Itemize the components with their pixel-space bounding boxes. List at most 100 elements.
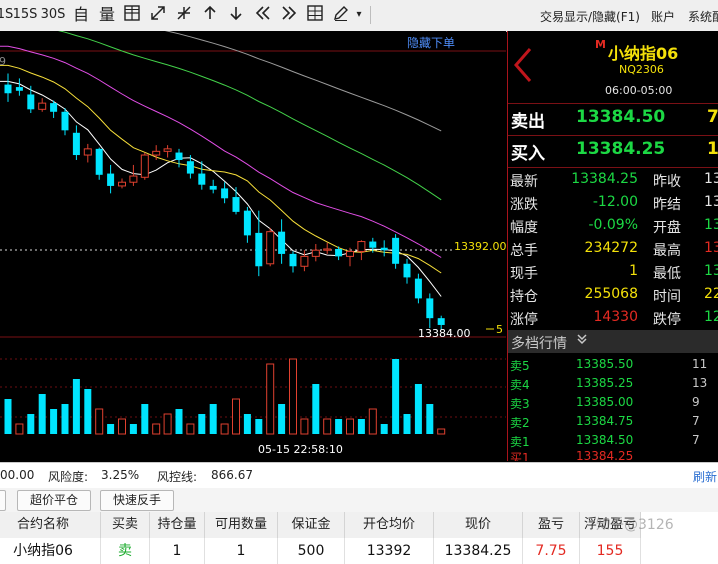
position-cell-name[interactable]: 小纳指06	[0, 538, 101, 564]
candle-body	[380, 247, 388, 251]
level-name: 卖1	[510, 435, 530, 449]
grid-icon[interactable]	[121, 4, 143, 26]
depth-title: 多档行情	[511, 336, 567, 352]
risk-value: 3.25%	[101, 468, 140, 482]
back-arrow-icon[interactable]	[510, 45, 538, 85]
column-header[interactable]: 盈亏	[523, 512, 580, 539]
candle	[403, 258, 411, 284]
ask-row[interactable]: 卖出 13384.50 7	[508, 105, 718, 132]
volume-bar	[312, 384, 320, 434]
double-right-icon[interactable]	[278, 4, 300, 26]
quote-stat-label: 最低	[653, 266, 681, 282]
depth-header[interactable]: 多档行情	[508, 330, 718, 353]
position-cell-open_avg[interactable]: 13392	[345, 538, 434, 564]
period-30s-label: 30S	[40, 7, 66, 22]
position-cell-qty[interactable]: 1	[150, 538, 205, 564]
arrow-down-icon[interactable]	[225, 4, 247, 26]
candle-body	[437, 318, 445, 325]
arrow-up-icon[interactable]	[199, 4, 221, 26]
candle-body	[300, 255, 309, 267]
double-left-icon[interactable]	[252, 4, 274, 26]
period-15s-button[interactable]: 15S	[12, 4, 38, 26]
pen-icon[interactable]	[330, 4, 352, 26]
quote-stat-label: 总手	[510, 243, 538, 259]
collapse-icon[interactable]	[173, 4, 195, 26]
ask-level-row[interactable]: 卖5 13385.50 11	[508, 355, 718, 374]
account-status-bar: 00.00 风险度: 3.25% 风控线: 866.67 刷新	[0, 462, 718, 489]
chevron-down-double-icon[interactable]	[576, 333, 588, 349]
volume-bar	[15, 423, 24, 435]
volume-bar	[186, 423, 195, 435]
top-toolbar: 1S 15S 30S 自 量 ▾ 交易显示/隐藏(F1) 账户 系统配	[0, 0, 718, 32]
bid-row[interactable]: 买入 13384.25 1	[508, 137, 718, 164]
position-cell-pnl[interactable]: 7.75	[523, 538, 580, 564]
quote-stat-value: 13384.25	[571, 171, 638, 187]
level-qty: 11	[692, 357, 708, 371]
close-position-button[interactable]: 超价平仓	[17, 490, 91, 511]
kline-chart[interactable]: 9 13392.00 13384.00 5 05-15 22:58:10 隐藏下…	[0, 31, 506, 461]
hide-order-link[interactable]: 隐藏下单	[407, 34, 455, 51]
candle-body	[61, 111, 69, 131]
volume-toggle-button[interactable]: 量	[96, 4, 118, 26]
system-config-link[interactable]: 系统配	[688, 8, 718, 25]
candle-body	[357, 241, 366, 252]
volume-bar	[4, 399, 12, 434]
candle	[27, 85, 35, 114]
partial-button[interactable]	[0, 490, 6, 511]
quote-stat-label: 跌停	[653, 312, 681, 328]
expand-icon[interactable]	[147, 4, 169, 26]
account-link[interactable]: 账户	[651, 8, 675, 25]
level-price: 13384.50	[576, 433, 634, 447]
quote-stat-value: 234272	[584, 240, 638, 256]
action-bar: 超价平仓 快速反手	[0, 488, 718, 512]
position-cell-price[interactable]: 13384.25	[434, 538, 523, 564]
column-header[interactable]: 可用数量	[205, 512, 278, 539]
position-cell-avail[interactable]: 1	[205, 538, 278, 564]
candle-body	[278, 231, 286, 254]
contract-name: 小纳指06	[608, 44, 679, 63]
custom-period-button[interactable]: 自	[70, 4, 92, 26]
ask-level-row[interactable]: 卖3 13385.00 9	[508, 393, 718, 412]
period-30s-button[interactable]: 30S	[40, 4, 66, 26]
volume-bar	[38, 394, 46, 434]
ask-level-row[interactable]: 卖4 13385.25 13	[508, 374, 718, 393]
candle-body	[140, 154, 149, 178]
volume-bar	[27, 414, 35, 434]
column-header[interactable]: 合约名称	[0, 512, 101, 539]
table-icon[interactable]	[304, 4, 326, 26]
column-header[interactable]: 现价	[434, 512, 523, 539]
trade-toggle-link[interactable]: 交易显示/隐藏(F1)	[540, 8, 640, 25]
candle	[414, 273, 422, 304]
dropdown-icon[interactable]: ▾	[352, 4, 366, 26]
candle-body	[369, 241, 377, 248]
candle	[61, 108, 69, 136]
candle	[129, 164, 138, 186]
ask-level-row[interactable]: 卖2 13384.75 7	[508, 412, 718, 431]
refresh-link[interactable]: 刷新	[693, 468, 717, 485]
position-cell-float_pnl[interactable]: 155	[580, 538, 641, 564]
candle	[323, 242, 332, 254]
quote-stat-label: 最高	[653, 243, 681, 259]
level-qty: 7	[692, 414, 700, 428]
ask-level-row[interactable]: 卖1 13384.50 7	[508, 431, 718, 450]
position-cell-side[interactable]: 卖	[101, 538, 150, 564]
candle-body	[266, 231, 275, 265]
quote-stat-label: 最新	[510, 174, 538, 190]
volume-bar	[266, 363, 275, 435]
candle-body	[346, 250, 354, 257]
volume-bar	[209, 404, 217, 434]
candle	[72, 125, 80, 160]
divider	[508, 103, 718, 104]
level-price: 13385.00	[576, 395, 634, 409]
column-header[interactable]: 开仓均价	[345, 512, 434, 539]
quote-panel: M 小纳指06 NQ2306 06:00-05:00 卖出 13384.50 7…	[507, 31, 718, 461]
column-header[interactable]: 持仓量	[150, 512, 205, 539]
reverse-position-button[interactable]: 快速反手	[100, 490, 174, 511]
position-cell-margin[interactable]: 500	[278, 538, 345, 564]
column-header[interactable]: 保证金	[278, 512, 345, 539]
ask-price: 13384.50	[576, 107, 666, 127]
candle-body	[209, 185, 217, 190]
column-header[interactable]: 买卖	[101, 512, 150, 539]
level-qty: 13	[692, 376, 708, 390]
volume-bar	[357, 419, 365, 434]
